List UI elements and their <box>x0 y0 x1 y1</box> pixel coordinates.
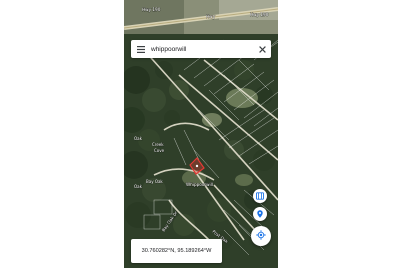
search-bar[interactable]: whippoorwill <box>131 40 271 58</box>
layers-icon <box>256 187 264 205</box>
road-label-hwy-190-right: Hwy 190 <box>250 12 269 17</box>
menu-icon[interactable] <box>135 40 147 58</box>
map-label-oak: Oak <box>134 136 143 141</box>
close-icon[interactable] <box>255 40 269 58</box>
location-pin-button[interactable] <box>253 207 267 221</box>
map-app-screen: Hwy 190 Hwy Hwy 190 Oak Creek Cove Oak B… <box>124 0 278 268</box>
my-location-icon <box>256 227 266 245</box>
map-label-cove: Cove <box>154 148 165 153</box>
location-pin-icon <box>257 205 263 223</box>
layers-button[interactable] <box>253 189 267 203</box>
map-label-oak-lower: Oak <box>134 184 143 189</box>
screenshot-canvas: Hwy 190 Hwy Hwy 190 Oak Creek Cove Oak B… <box>0 0 402 268</box>
coordinates-text: 30.760282°N, 95.189264°W <box>141 248 212 254</box>
road-label-whippoorwill: Whippoorwill <box>186 182 213 187</box>
map-label-creek: Creek <box>152 142 164 147</box>
map-label-bay-oak: Bay Oak <box>146 179 163 184</box>
coordinates-card[interactable]: 30.760282°N, 95.189264°W <box>131 239 222 263</box>
search-query-text[interactable]: whippoorwill <box>151 46 255 53</box>
road-label-hwy-190-top: Hwy 190 <box>142 7 161 12</box>
my-location-button[interactable] <box>251 226 271 246</box>
road-label-hwy: Hwy <box>206 14 216 19</box>
parcel-marker <box>195 164 199 168</box>
